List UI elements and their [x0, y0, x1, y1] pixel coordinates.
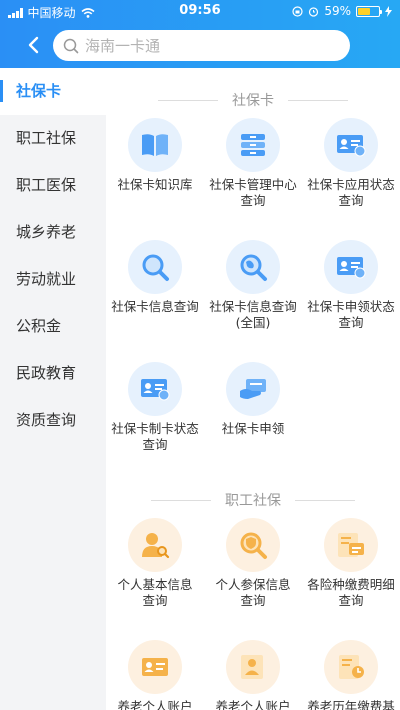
tile-pension-account-2[interactable]: 养老个人账户: [204, 640, 302, 710]
payment-detail-icon: [338, 533, 364, 557]
tile-card-application-status[interactable]: 社保卡应用状态 查询: [302, 118, 400, 209]
status-bar: 中国移动 09:56 59%: [0, 0, 400, 22]
service-panel: 社保卡 社保卡知识库 社保卡管理中心 查询 社保卡应用状态 查询 社保卡信息查询…: [106, 68, 400, 710]
tile-pension-account[interactable]: 养老个人账户: [106, 640, 204, 710]
magnifier-icon: [142, 254, 169, 281]
book-icon: [142, 134, 168, 156]
tile-personal-insurance-info[interactable]: 个人参保信息 查询: [204, 518, 302, 609]
tile-card-management-center[interactable]: 社保卡管理中心 查询: [204, 118, 302, 209]
tile-label: 养老个人账户: [215, 699, 291, 710]
tile-pension-payment-history[interactable]: 养老历年缴费基: [302, 640, 400, 710]
tile-label: 各险种缴费明细 查询: [307, 577, 395, 608]
tile-label: 社保卡信息查询 (全国): [209, 299, 297, 330]
shield-search-icon: [240, 532, 267, 559]
tile-card-knowledge[interactable]: 社保卡知识库: [106, 118, 204, 193]
tile-card-info-query-national[interactable]: 社保卡信息查询 (全国): [204, 240, 302, 331]
tile-label: 个人基本信息 查询: [117, 577, 193, 608]
id-card-icon: [337, 257, 366, 279]
tile-label: 社保卡信息查询: [111, 299, 199, 314]
tile-label: 社保卡制卡状态 查询: [111, 421, 199, 452]
sidebar-item-civil-education[interactable]: 民政教育: [0, 350, 106, 397]
battery-percent: 59%: [324, 4, 351, 18]
alarm-icon: [309, 6, 319, 17]
tile-card-production-status[interactable]: 社保卡制卡状态 查询: [106, 362, 204, 453]
tile-label: 养老个人账户: [117, 699, 193, 710]
tile-card-claim-status[interactable]: 社保卡申领状态 查询: [302, 240, 400, 331]
globe-search-icon: [240, 254, 267, 281]
app-header: 中国移动 09:56 59% 海南一卡通: [0, 0, 400, 68]
sidebar-item-social-security-card[interactable]: 社保卡: [0, 68, 106, 115]
tile-label: 社保卡申领状态 查询: [307, 299, 395, 330]
sidebar-item-qualification-query[interactable]: 资质查询: [0, 397, 106, 444]
tile-card-apply[interactable]: 社保卡申领: [204, 362, 302, 437]
tile-label: 社保卡管理中心 查询: [209, 177, 297, 208]
tile-card-info-query[interactable]: 社保卡信息查询: [106, 240, 204, 315]
card-hand-icon: [240, 379, 266, 399]
tile-personal-basic-info[interactable]: 个人基本信息 查询: [106, 518, 204, 609]
search-placeholder: 海南一卡通: [85, 37, 161, 55]
search-icon: [63, 38, 79, 53]
sidebar-item-employee-medical-insurance[interactable]: 职工医保: [0, 162, 106, 209]
back-button[interactable]: [22, 33, 44, 57]
section-header: 社保卡: [106, 90, 400, 110]
payment-history-icon: [339, 655, 364, 679]
sidebar-item-housing-fund[interactable]: 公积金: [0, 303, 106, 350]
id-card-icon: [337, 135, 366, 157]
tile-label: 社保卡知识库: [117, 177, 193, 192]
sidebar-item-urban-rural-pension[interactable]: 城乡养老: [0, 209, 106, 256]
tile-label: 社保卡申领: [221, 421, 285, 436]
rotation-lock-icon: [292, 5, 303, 17]
user-search-icon: [142, 533, 170, 559]
sidebar-item-employment[interactable]: 劳动就业: [0, 256, 106, 303]
id-card-icon: [141, 379, 170, 401]
database-icon: [241, 134, 265, 156]
account-card-icon: [142, 658, 168, 676]
section-title: 社保卡: [232, 93, 274, 109]
sidebar-item-employee-social-insurance[interactable]: 职工社保: [0, 115, 106, 162]
search-input[interactable]: 海南一卡通: [53, 30, 350, 61]
account-user-icon: [241, 655, 263, 679]
chevron-left-icon: [28, 36, 39, 54]
section-title: 职工社保: [225, 493, 281, 509]
tile-label: 个人参保信息 查询: [215, 577, 291, 608]
section-header: 职工社保: [106, 490, 400, 510]
charging-icon: [385, 5, 392, 17]
battery-icon: [356, 5, 382, 17]
category-sidebar: 社保卡 职工社保 职工医保 城乡养老 劳动就业 公积金 民政教育 资质查询: [0, 68, 106, 710]
tile-payment-details[interactable]: 各险种缴费明细 查询: [302, 518, 400, 609]
tile-label: 养老历年缴费基: [307, 699, 395, 710]
tile-label: 社保卡应用状态 查询: [307, 177, 395, 208]
